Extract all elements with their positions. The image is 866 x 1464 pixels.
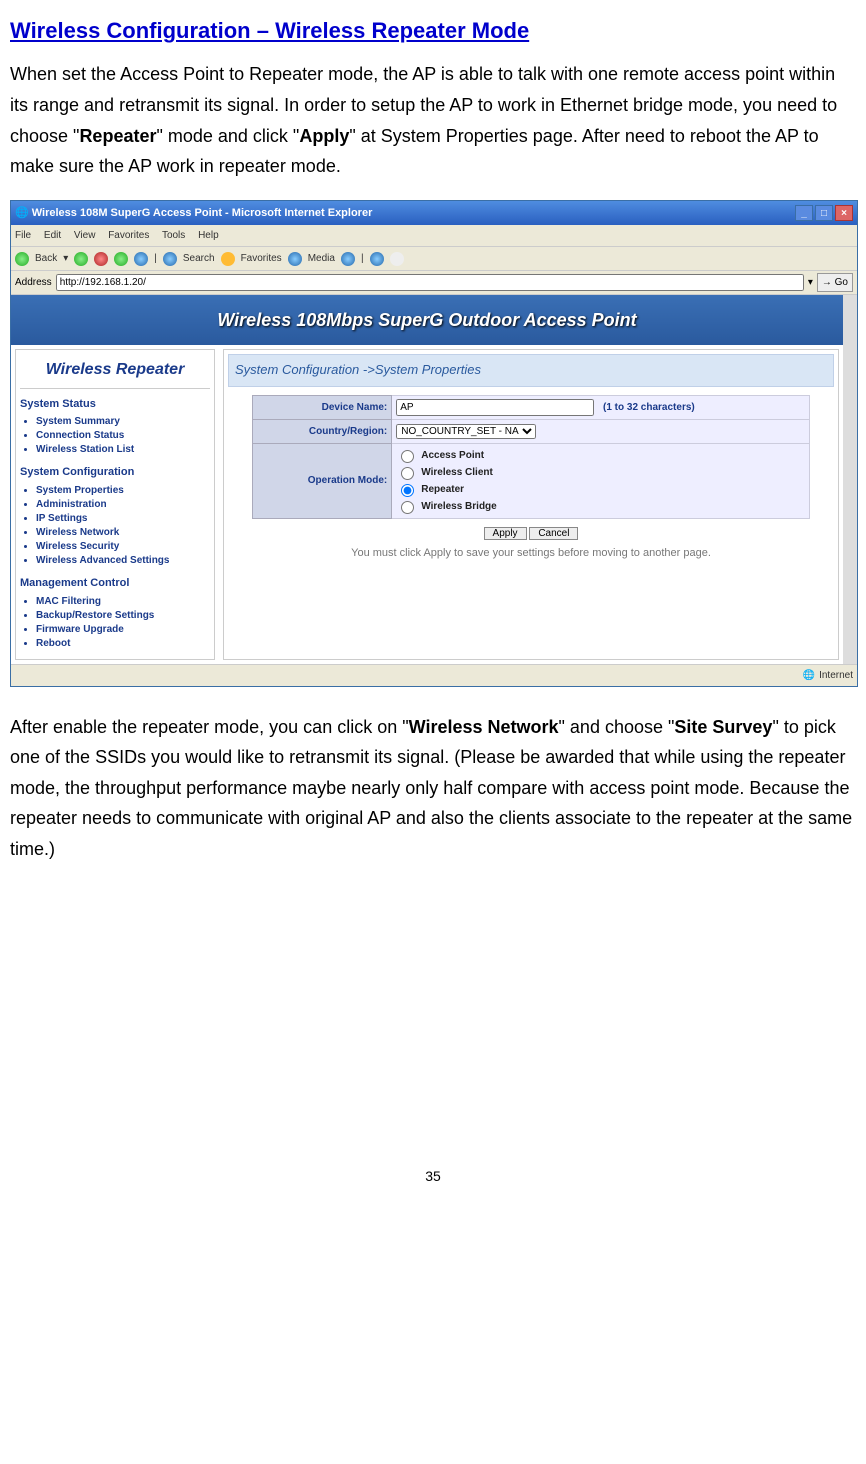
- radio-repeater[interactable]: [401, 484, 414, 497]
- refresh-icon[interactable]: [114, 252, 128, 266]
- device-name-label: Device Name:: [253, 395, 392, 419]
- home-icon[interactable]: [134, 252, 148, 266]
- device-name-hint: (1 to 32 characters): [603, 402, 695, 413]
- history-icon[interactable]: [341, 252, 355, 266]
- page-title: Wireless Configuration – Wireless Repeat…: [10, 12, 856, 49]
- scrollbar[interactable]: [843, 295, 857, 663]
- close-icon[interactable]: ×: [835, 205, 853, 221]
- nav-sidebar: Wireless Repeater System Status System S…: [15, 349, 215, 659]
- ie-icon: 🌐: [15, 207, 32, 219]
- apply-button[interactable]: Apply: [484, 527, 527, 540]
- minimize-icon[interactable]: _: [795, 205, 813, 221]
- forward-icon[interactable]: [74, 252, 88, 266]
- nav-ip-settings[interactable]: IP Settings: [36, 512, 210, 526]
- nav-reboot[interactable]: Reboot: [36, 637, 210, 651]
- mail-icon[interactable]: [370, 252, 384, 266]
- radio-wireless-bridge[interactable]: [401, 501, 414, 514]
- menu-bar: File Edit View Favorites Tools Help: [11, 225, 857, 247]
- nav-wireless-network[interactable]: Wireless Network: [36, 526, 210, 540]
- menu-edit[interactable]: Edit: [44, 230, 61, 241]
- group-system-status: System Status: [20, 395, 210, 414]
- back-icon[interactable]: [15, 252, 29, 266]
- nav-wireless-station-list[interactable]: Wireless Station List: [36, 443, 210, 457]
- status-bar: 🌐 Internet: [11, 664, 857, 686]
- menu-file[interactable]: File: [15, 230, 31, 241]
- nav-administration[interactable]: Administration: [36, 498, 210, 512]
- nav-backup-restore[interactable]: Backup/Restore Settings: [36, 609, 210, 623]
- url-input[interactable]: [56, 274, 804, 291]
- radio-access-point[interactable]: [401, 450, 414, 463]
- menu-favorites[interactable]: Favorites: [108, 230, 149, 241]
- operation-mode-label: Operation Mode:: [253, 443, 392, 518]
- internet-zone-icon: 🌐: [803, 667, 815, 684]
- group-management: Management Control: [20, 574, 210, 593]
- window-titlebar: 🌐 Wireless 108M SuperG Access Point - Mi…: [11, 201, 857, 226]
- nav-mac-filtering[interactable]: MAC Filtering: [36, 595, 210, 609]
- apply-note: You must click Apply to save your settin…: [351, 544, 711, 563]
- breadcrumb: System Configuration ->System Properties: [228, 354, 834, 386]
- go-button[interactable]: → Go: [817, 273, 853, 292]
- main-panel: System Configuration ->System Properties…: [223, 349, 839, 659]
- sidebar-title: Wireless Repeater: [20, 354, 210, 388]
- media-button[interactable]: Media: [308, 250, 335, 267]
- browser-toolbar: Back ▾ | Search Favorites Media |: [11, 247, 857, 271]
- country-label: Country/Region:: [253, 419, 392, 443]
- address-bar: Address ▾ → Go: [11, 271, 857, 295]
- address-label: Address: [15, 274, 52, 291]
- second-paragraph: After enable the repeater mode, you can …: [10, 712, 856, 865]
- nav-wireless-advanced[interactable]: Wireless Advanced Settings: [36, 554, 210, 568]
- menu-tools[interactable]: Tools: [162, 230, 185, 241]
- nav-wireless-security[interactable]: Wireless Security: [36, 540, 210, 554]
- nav-system-properties[interactable]: System Properties: [36, 484, 210, 498]
- favorites-button[interactable]: Favorites: [241, 250, 282, 267]
- embedded-screenshot: 🌐 Wireless 108M SuperG Access Point - Mi…: [10, 200, 858, 687]
- group-system-config: System Configuration: [20, 463, 210, 482]
- print-icon[interactable]: [390, 252, 404, 266]
- search-icon[interactable]: [163, 252, 177, 266]
- menu-help[interactable]: Help: [198, 230, 219, 241]
- favorites-icon[interactable]: [221, 252, 235, 266]
- intro-paragraph: When set the Access Point to Repeater mo…: [10, 59, 856, 181]
- page-number: 35: [10, 1165, 856, 1189]
- search-button[interactable]: Search: [183, 250, 215, 267]
- back-button[interactable]: Back: [35, 250, 57, 267]
- media-icon[interactable]: [288, 252, 302, 266]
- nav-firmware-upgrade[interactable]: Firmware Upgrade: [36, 623, 210, 637]
- stop-icon[interactable]: [94, 252, 108, 266]
- device-name-input[interactable]: [396, 399, 594, 416]
- cancel-button[interactable]: Cancel: [529, 527, 578, 540]
- menu-view[interactable]: View: [74, 230, 96, 241]
- radio-wireless-client[interactable]: [401, 467, 414, 480]
- product-banner: Wireless 108Mbps SuperG Outdoor Access P…: [11, 295, 843, 345]
- nav-connection-status[interactable]: Connection Status: [36, 429, 210, 443]
- country-select[interactable]: NO_COUNTRY_SET - NA: [396, 424, 536, 439]
- nav-system-summary[interactable]: System Summary: [36, 415, 210, 429]
- maximize-icon[interactable]: □: [815, 205, 833, 221]
